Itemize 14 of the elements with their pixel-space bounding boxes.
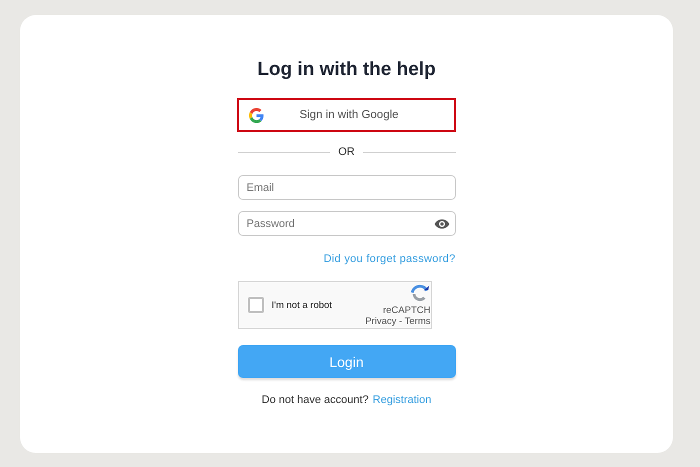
- page-title: Log in with the help: [257, 59, 436, 82]
- no-account-text: Do not have account?: [262, 394, 369, 406]
- captcha-checkbox[interactable]: [248, 297, 264, 313]
- google-sign-in-button[interactable]: Sign in with Google: [237, 98, 456, 132]
- google-logo-icon: [249, 108, 264, 122]
- captcha-label: I'm not a robot: [272, 300, 333, 310]
- privacy-terms-links[interactable]: Privacy - Terms: [365, 316, 430, 327]
- or-divider-label: OR: [338, 146, 355, 158]
- login-button[interactable]: Login: [238, 345, 456, 378]
- email-field[interactable]: Email: [238, 175, 456, 200]
- registration-link[interactable]: Registration: [372, 394, 432, 406]
- recaptcha-brand: reCAPTCH: [382, 305, 430, 316]
- password-field[interactable]: Password: [238, 211, 456, 236]
- forgot-password-link[interactable]: Did you forget password?: [238, 253, 456, 265]
